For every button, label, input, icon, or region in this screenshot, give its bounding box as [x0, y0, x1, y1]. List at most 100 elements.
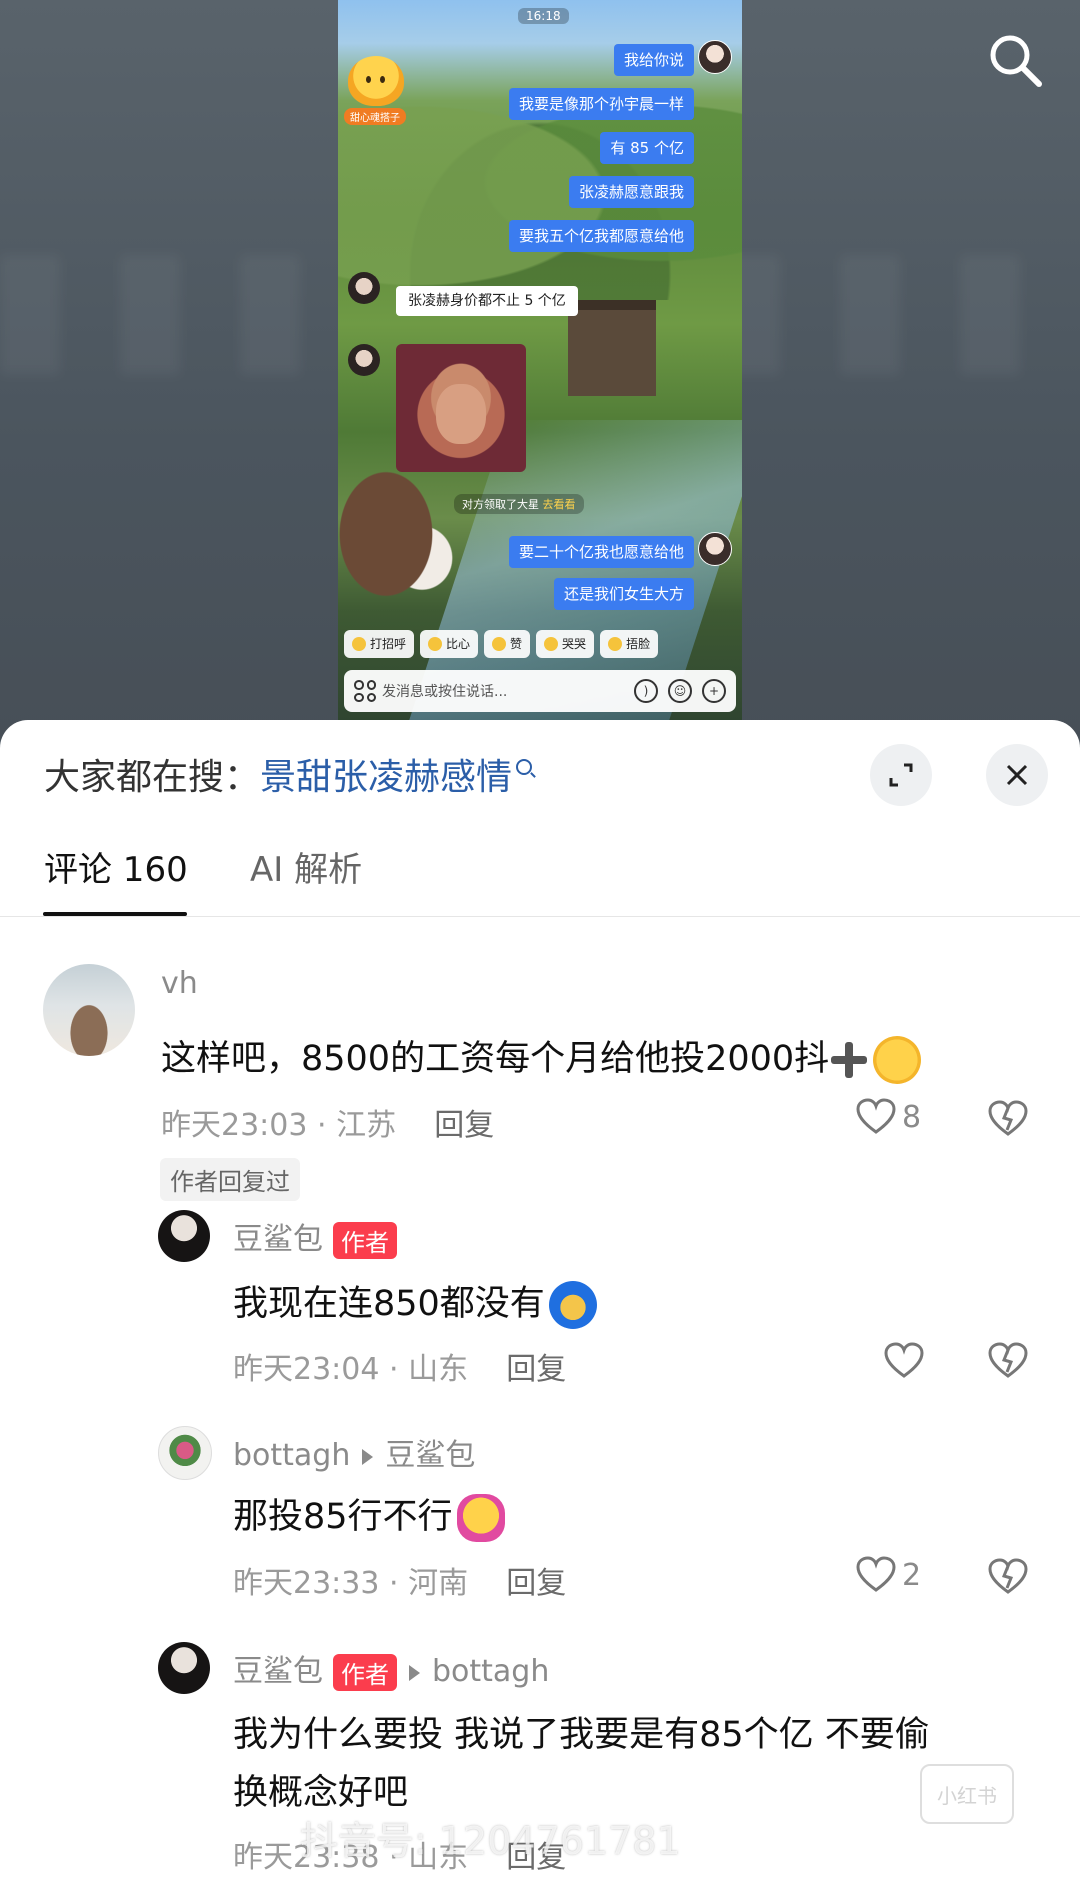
dislike-button[interactable]: [988, 1342, 1028, 1384]
hug-emoji-icon: [456, 1494, 505, 1542]
reply-username-line: 豆鲨包 作者 bottagh: [233, 1646, 549, 1691]
comment-username[interactable]: vh: [161, 966, 198, 1001]
message-input-placeholder[interactable]: 发消息或按住说话...: [382, 681, 634, 701]
chat-bubble-me: 我要是像那个孙宇晨一样: [508, 88, 694, 120]
reply-arrow-icon: [409, 1664, 420, 1681]
reply-button[interactable]: 回复: [506, 1566, 566, 1601]
reply-username[interactable]: bottagh: [233, 1438, 350, 1473]
broken-heart-icon: [988, 1558, 1028, 1594]
close-button[interactable]: [986, 744, 1048, 806]
expand-icon: [889, 763, 913, 787]
active-tab-indicator: [43, 912, 187, 916]
avatar-other: [348, 272, 380, 304]
plus-icon[interactable]: +: [702, 679, 726, 703]
chat-bubble-me: 要二十个亿我也愿意给他: [508, 536, 694, 568]
heart-icon: [856, 1556, 896, 1592]
broken-heart-icon: [988, 1100, 1028, 1136]
search-suggestion-keyword[interactable]: 景甜张凌赫感情: [260, 757, 512, 798]
comment-meta: 昨天23:03 · 江苏 回复: [161, 1108, 495, 1143]
expand-button[interactable]: [870, 744, 932, 806]
video-frame[interactable]: 16:18 甜心魂搭子 我给你说 我要是像那个孙宇晨一样 有 85 个亿 张凌赫…: [338, 0, 742, 720]
chat-bubble-me: 有 85 个亿: [600, 132, 694, 164]
emoji-icon: [608, 637, 623, 651]
horse-scenery: [338, 470, 458, 630]
comments-sheet: 大家都在搜：景甜张凌赫感情 评论 160 AI 解析 vh 这样吧，8500的工…: [0, 720, 1080, 1889]
broken-heart-icon: [988, 1342, 1028, 1378]
tab-comments[interactable]: 评论 160: [44, 842, 188, 891]
watermark-text: 抖音号: 1204761781: [300, 1819, 681, 1863]
emoji-icon: [492, 637, 507, 651]
reply-username-line: 豆鲨包 作者: [233, 1214, 397, 1259]
avatar-me: [698, 40, 732, 74]
reply-text-line: 我为什么要投 我说了我要是有85个亿 不要偷: [233, 1715, 930, 1755]
close-icon: [1006, 764, 1028, 786]
avatar-other: [348, 344, 380, 376]
emoji-icon[interactable]: ☺: [668, 679, 692, 703]
like-count: 8: [902, 1099, 922, 1135]
reply-button[interactable]: 回复: [434, 1108, 494, 1143]
dislike-button[interactable]: [988, 1558, 1028, 1600]
reply-username[interactable]: 豆鲨包: [233, 1654, 323, 1689]
message-input-bar[interactable]: 发消息或按住说话... ) ☺ +: [344, 670, 736, 712]
reply-meta: 昨天23:04 · 山东 回复: [233, 1352, 567, 1387]
reply-to-username[interactable]: 豆鲨包: [385, 1438, 475, 1473]
chat-bubble-other: 张凌赫身价都不止 5 个亿: [396, 286, 578, 316]
avatar[interactable]: [158, 1210, 210, 1262]
sticker-image: [396, 344, 526, 472]
blue-hair-emoji-icon: [548, 1281, 597, 1329]
heart-icon: [856, 1098, 896, 1134]
quick-reply-chip[interactable]: 比心: [420, 630, 479, 658]
emoji-icon: [428, 637, 443, 651]
quick-reply-chip[interactable]: 捂脸: [600, 630, 659, 658]
emoji-icon: [352, 637, 366, 651]
reply-arrow-icon: [362, 1448, 374, 1465]
chat-bubble-me: 还是我们女生大方: [553, 578, 694, 610]
reply-to-username[interactable]: bottagh: [432, 1654, 549, 1689]
avatar-me: [698, 532, 732, 566]
tab-ai-analysis[interactable]: AI 解析: [250, 842, 362, 891]
apps-grid-icon[interactable]: [354, 680, 376, 702]
dislike-button[interactable]: [988, 1100, 1028, 1142]
reply-button[interactable]: 回复: [506, 1352, 566, 1387]
search-icon[interactable]: [985, 30, 1045, 90]
reply-username-line: bottagh 豆鲨包: [233, 1430, 475, 1474]
cabin-scenery: [568, 300, 656, 396]
quick-reply-chip[interactable]: 打招呼: [344, 630, 415, 658]
author-replied-badge: 作者回复过: [160, 1158, 300, 1201]
tab-bar: 评论 160 AI 解析: [0, 820, 1080, 917]
watermark-badge: 小红书: [920, 1764, 1014, 1824]
heart-icon: [884, 1342, 924, 1378]
system-note: 对方领取了大星 去看看: [454, 494, 584, 514]
chat-bubble-me: 要我五个亿我都愿意给他: [508, 220, 694, 252]
reply-text-line: 换概念好吧: [233, 1773, 409, 1813]
status-time: 16:18: [518, 8, 569, 24]
reply-username[interactable]: 豆鲨包: [233, 1222, 323, 1257]
like-count: 2: [902, 1557, 922, 1593]
comment-text: 这样吧，8500的工资每个月给他投2000抖: [161, 1030, 922, 1084]
emoji-icon: [544, 637, 559, 651]
voice-icon[interactable]: ): [634, 679, 658, 703]
like-button[interactable]: 8: [856, 1098, 921, 1136]
reply-meta: 昨天23:33 · 河南 回复: [233, 1566, 567, 1601]
reply-text: 那投85行不行: [233, 1488, 505, 1542]
quick-reply-chip[interactable]: 赞: [484, 630, 531, 658]
author-badge: 作者: [333, 1222, 397, 1259]
search-suggestion-prefix: 大家都在搜：: [44, 757, 261, 798]
plus-emoji-icon: [829, 1040, 869, 1080]
avatar[interactable]: [158, 1642, 210, 1694]
quick-reply-row: 打招呼 比心 赞 哭哭 捂脸: [344, 630, 742, 662]
mascot-label: 甜心魂搭子: [344, 108, 406, 125]
like-button[interactable]: [884, 1342, 924, 1380]
mascot-icon: [348, 56, 404, 106]
smile-emoji-icon: [873, 1036, 922, 1084]
chat-bubble-me: 我给你说: [613, 44, 694, 76]
quick-reply-chip[interactable]: 哭哭: [536, 630, 595, 658]
reply-text: 我现在连850都没有: [233, 1275, 597, 1329]
search-suggestion[interactable]: 大家都在搜：景甜张凌赫感情: [44, 748, 533, 800]
like-button[interactable]: 2: [856, 1556, 921, 1594]
author-badge: 作者: [333, 1654, 397, 1691]
chat-bubble-me: 张凌赫愿意跟我: [568, 176, 694, 208]
avatar[interactable]: [43, 964, 135, 1056]
avatar[interactable]: [158, 1426, 212, 1480]
search-icon: [516, 759, 533, 775]
